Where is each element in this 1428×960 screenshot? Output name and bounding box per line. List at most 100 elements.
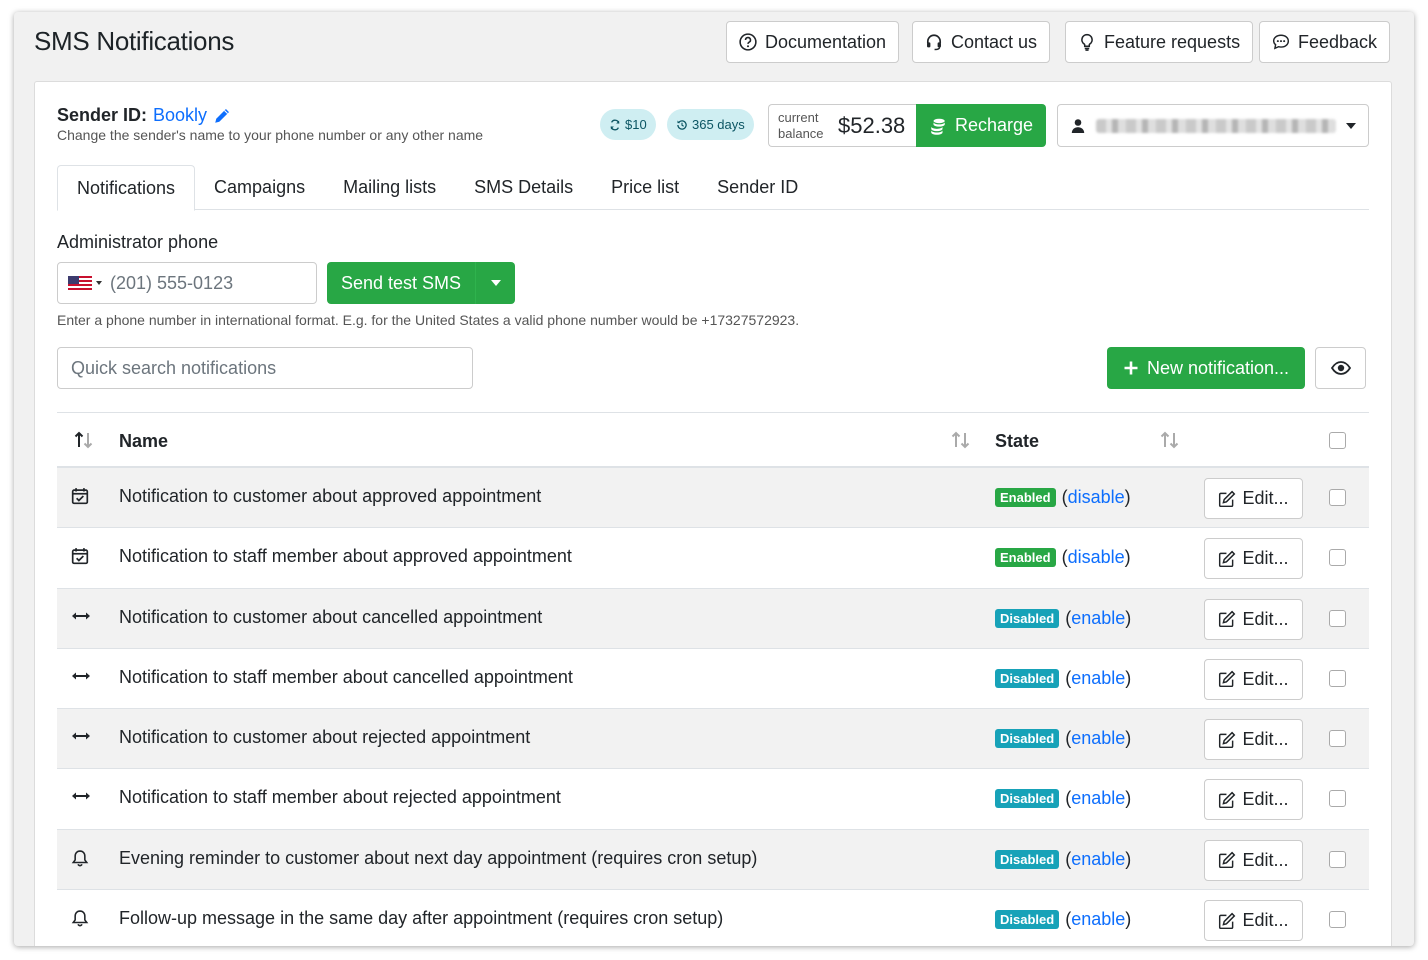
sender-name-link[interactable]: Bookly <box>153 105 207 126</box>
row-checkbox[interactable] <box>1329 730 1346 748</box>
recharge-label: Recharge <box>954 115 1034 135</box>
status-badge: Disabled <box>995 910 1060 930</box>
row-checkbox[interactable] <box>1329 609 1346 627</box>
row-checkbox[interactable] <box>1329 790 1346 808</box>
chevron-down-icon <box>1346 122 1356 129</box>
contact-us-button[interactable]: Contact us <box>912 21 1051 63</box>
edit-button[interactable]: Edit... <box>1204 478 1303 519</box>
edit-label: Edit... <box>1242 548 1289 569</box>
edit-label: Edit... <box>1242 488 1289 508</box>
row-checkbox[interactable] <box>1329 669 1346 687</box>
edit-button[interactable]: Edit... <box>1204 900 1303 942</box>
feature-requests-button[interactable]: Feature requests <box>1065 21 1254 63</box>
country-caret-icon[interactable] <box>96 281 102 285</box>
state-toggle-link[interactable]: enable <box>1071 728 1125 748</box>
notification-name: Evening reminder to customer about next … <box>119 847 758 868</box>
state-toggle: (enable) <box>1065 788 1132 809</box>
sender-id-label: Sender ID: <box>57 105 148 125</box>
arrows-horizontal-icon <box>71 728 91 748</box>
edit-label: Edit... <box>1242 729 1289 750</box>
pencil-icon[interactable] <box>213 107 231 125</box>
state-toggle: (enable) <box>1065 607 1132 628</box>
contact-us-label: Contact us <box>951 31 1038 52</box>
edit-icon <box>1219 912 1236 929</box>
feedback-label: Feedback <box>1298 31 1378 52</box>
row-checkbox[interactable] <box>1329 549 1346 567</box>
edit-label: Edit... <box>1242 849 1289 870</box>
auto-recharge-badge[interactable]: $10 <box>600 109 656 140</box>
edit-icon <box>1219 490 1236 507</box>
status-badge: Enabled <box>995 488 1056 507</box>
state-toggle-link[interactable]: disable <box>1068 487 1125 507</box>
state-toggle-link[interactable]: enable <box>1071 909 1125 929</box>
notification-state: Disabled (enable) <box>995 728 1131 749</box>
row-checkbox[interactable] <box>1329 489 1346 506</box>
notification-state: Disabled (enable) <box>995 849 1131 870</box>
select-all-checkbox[interactable] <box>1329 432 1346 449</box>
column-header-state[interactable]: State <box>995 431 1039 452</box>
state-toggle-link[interactable]: enable <box>1071 608 1125 628</box>
row-checkbox[interactable] <box>1329 850 1346 868</box>
documentation-label: Documentation <box>765 31 887 52</box>
account-email-redacted <box>1096 118 1336 133</box>
tab-notifications[interactable]: Notifications <box>57 165 196 211</box>
tab-sender-id[interactable]: Sender ID <box>698 165 817 210</box>
send-test-sms-label: Send test SMS <box>341 272 462 293</box>
table-row: Evening reminder to customer about next … <box>57 829 1369 891</box>
us-flag-icon[interactable] <box>68 276 92 290</box>
eye-icon <box>1330 361 1351 375</box>
new-notification-button[interactable]: New notification... <box>1107 347 1305 389</box>
edit-button[interactable]: Edit... <box>1204 598 1303 640</box>
edit-icon <box>1219 671 1236 688</box>
notification-state: Disabled (enable) <box>995 608 1131 629</box>
state-toggle-link[interactable]: disable <box>1068 547 1125 567</box>
table-body: Notification to customer about approved … <box>57 468 1369 946</box>
tab-price-list[interactable]: Price list <box>592 165 698 210</box>
notification-state: Disabled (enable) <box>995 909 1131 930</box>
column-header-name[interactable]: Name <box>119 431 168 452</box>
account-dropdown[interactable] <box>1057 104 1369 147</box>
admin-phone-help: Enter a phone number in international fo… <box>57 312 800 328</box>
refresh-icon <box>610 119 620 130</box>
sort-icon[interactable] <box>950 430 972 450</box>
edit-button[interactable]: Edit... <box>1204 538 1303 580</box>
arrows-horizontal-icon <box>71 668 91 688</box>
edit-button[interactable]: Edit... <box>1204 779 1303 821</box>
admin-phone-label: Administrator phone <box>57 232 219 252</box>
row-checkbox[interactable] <box>1329 911 1346 929</box>
arrows-horizontal-icon <box>71 608 91 628</box>
plus-icon <box>1124 361 1138 375</box>
bell-icon <box>71 849 91 869</box>
sort-icon[interactable] <box>73 430 95 450</box>
sort-icon[interactable] <box>1159 430 1181 450</box>
admin-phone-placeholder: (201) 555-0123 <box>110 272 234 293</box>
send-test-sms-button[interactable]: Send test SMS <box>327 262 515 304</box>
sender-description: Change the sender's name to your phone n… <box>57 127 484 143</box>
tab-mailing-lists[interactable]: Mailing lists <box>324 165 455 210</box>
admin-phone-field[interactable]: (201) 555-0123 <box>57 262 317 304</box>
tab-campaigns[interactable]: Campaigns <box>195 165 324 210</box>
search-input[interactable] <box>57 347 473 389</box>
state-toggle-link[interactable]: enable <box>1071 668 1125 688</box>
edit-button[interactable]: Edit... <box>1204 839 1303 881</box>
calendar-check-icon <box>71 547 91 567</box>
arrows-horizontal-icon <box>71 788 91 808</box>
column-visibility-button[interactable] <box>1315 347 1366 389</box>
edit-button[interactable]: Edit... <box>1204 658 1303 700</box>
edit-button[interactable]: Edit... <box>1204 719 1303 761</box>
notification-name: Notification to staff member about cance… <box>119 666 573 687</box>
tab-sms-details[interactable]: SMS Details <box>455 165 592 210</box>
balance-label: current balance <box>778 109 824 141</box>
period-badge[interactable]: 365 days <box>667 109 754 140</box>
send-test-sms-dropdown-toggle[interactable] <box>475 262 515 304</box>
state-toggle-link[interactable]: enable <box>1071 788 1125 808</box>
chevron-down-icon <box>490 280 501 286</box>
recharge-button[interactable]: Recharge <box>916 104 1046 147</box>
user-icon <box>1071 118 1085 133</box>
edit-icon <box>1219 791 1236 809</box>
state-toggle: (enable) <box>1065 909 1132 930</box>
documentation-button[interactable]: Documentation <box>726 21 900 63</box>
table-row: Notification to customer about rejected … <box>57 709 1369 770</box>
feedback-button[interactable]: Feedback <box>1259 21 1391 63</box>
state-toggle-link[interactable]: enable <box>1071 849 1125 869</box>
